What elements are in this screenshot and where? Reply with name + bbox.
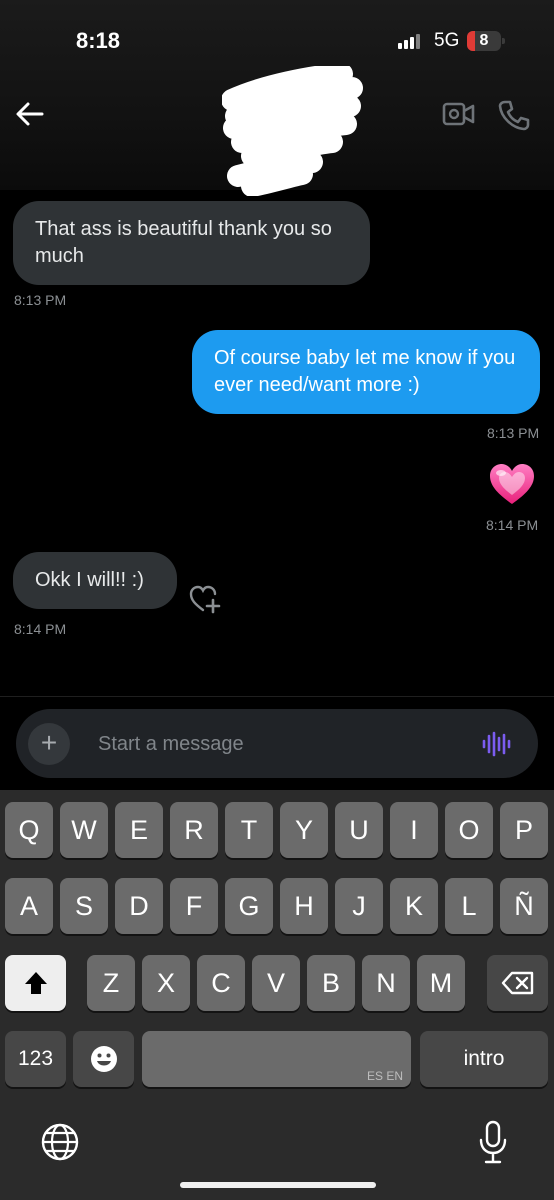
add-attachment-button[interactable]: + bbox=[28, 723, 70, 765]
key[interactable]: M bbox=[417, 955, 465, 1011]
backspace-icon bbox=[501, 971, 533, 995]
globe-icon[interactable] bbox=[40, 1122, 80, 1162]
key[interactable]: L bbox=[445, 878, 493, 934]
conversation-header: 8:18 5G 8 bbox=[0, 0, 554, 196]
battery-level: 8 bbox=[479, 32, 489, 49]
key[interactable]: H bbox=[280, 878, 328, 934]
numbers-key[interactable]: 123 bbox=[5, 1031, 66, 1087]
message-bubble-received[interactable]: Okk I will!! :) bbox=[13, 552, 177, 609]
backspace-key[interactable] bbox=[487, 955, 548, 1011]
key[interactable]: X bbox=[142, 955, 190, 1011]
key[interactable]: U bbox=[335, 802, 383, 858]
key[interactable]: R bbox=[170, 802, 218, 858]
emoji-key[interactable] bbox=[73, 1031, 134, 1087]
key[interactable]: P bbox=[500, 802, 548, 858]
key[interactable]: T bbox=[225, 802, 273, 858]
message-timestamp: 8:13 PM bbox=[14, 292, 67, 308]
key[interactable]: E bbox=[115, 802, 163, 858]
key[interactable]: D bbox=[115, 878, 163, 934]
phone-icon[interactable] bbox=[497, 98, 531, 132]
key[interactable]: B bbox=[307, 955, 355, 1011]
return-key[interactable]: intro bbox=[420, 1031, 548, 1087]
message-bubble-received[interactable]: That ass is beautiful thank you so much bbox=[13, 201, 370, 285]
waveform-icon[interactable] bbox=[481, 731, 511, 757]
key[interactable]: W bbox=[60, 802, 108, 858]
home-indicator bbox=[180, 1182, 376, 1188]
key[interactable]: Z bbox=[87, 955, 135, 1011]
key[interactable]: F bbox=[170, 878, 218, 934]
redacted-contact-name bbox=[222, 66, 363, 196]
key[interactable]: S bbox=[60, 878, 108, 934]
signal-icon bbox=[398, 33, 426, 49]
key[interactable]: A bbox=[5, 878, 53, 934]
arrow-left-icon[interactable] bbox=[14, 98, 46, 130]
battery-icon: 8 bbox=[467, 31, 505, 51]
message-bubble-sent[interactable]: Of course baby let me know if you ever n… bbox=[192, 330, 540, 414]
language-label: ES EN bbox=[366, 1069, 403, 1083]
emoji-icon bbox=[90, 1046, 117, 1072]
message-composer: + bbox=[16, 709, 538, 778]
key[interactable]: C bbox=[197, 955, 245, 1011]
video-camera-icon[interactable] bbox=[440, 99, 476, 129]
keyboard: Q W E R T Y U I O P A S D F G H J K L Ñ … bbox=[0, 790, 554, 1200]
key[interactable]: Y bbox=[280, 802, 328, 858]
plus-icon: + bbox=[40, 727, 58, 758]
key[interactable]: O bbox=[445, 802, 493, 858]
key[interactable]: Ñ bbox=[500, 878, 548, 934]
key[interactable]: K bbox=[390, 878, 438, 934]
heart-plus-icon[interactable] bbox=[189, 584, 223, 614]
key[interactable]: J bbox=[335, 878, 383, 934]
key[interactable]: G bbox=[225, 878, 273, 934]
network-label: 5G bbox=[434, 30, 460, 51]
space-key[interactable]: ES EN bbox=[142, 1031, 411, 1087]
message-input[interactable] bbox=[96, 727, 460, 761]
message-timestamp: 8:14 PM bbox=[14, 621, 67, 637]
microphone-icon[interactable] bbox=[478, 1120, 508, 1164]
shift-key[interactable] bbox=[5, 955, 66, 1011]
status-time: 8:18 bbox=[76, 28, 121, 53]
divider bbox=[0, 696, 554, 697]
key[interactable]: N bbox=[362, 955, 410, 1011]
key[interactable]: V bbox=[252, 955, 300, 1011]
message-timestamp: 8:13 PM bbox=[487, 425, 540, 441]
shift-icon bbox=[24, 972, 47, 994]
pink-heart-emoji[interactable] bbox=[488, 462, 536, 506]
message-timestamp: 8:14 PM bbox=[486, 517, 539, 533]
key[interactable]: Q bbox=[5, 802, 53, 858]
key[interactable]: I bbox=[390, 802, 438, 858]
